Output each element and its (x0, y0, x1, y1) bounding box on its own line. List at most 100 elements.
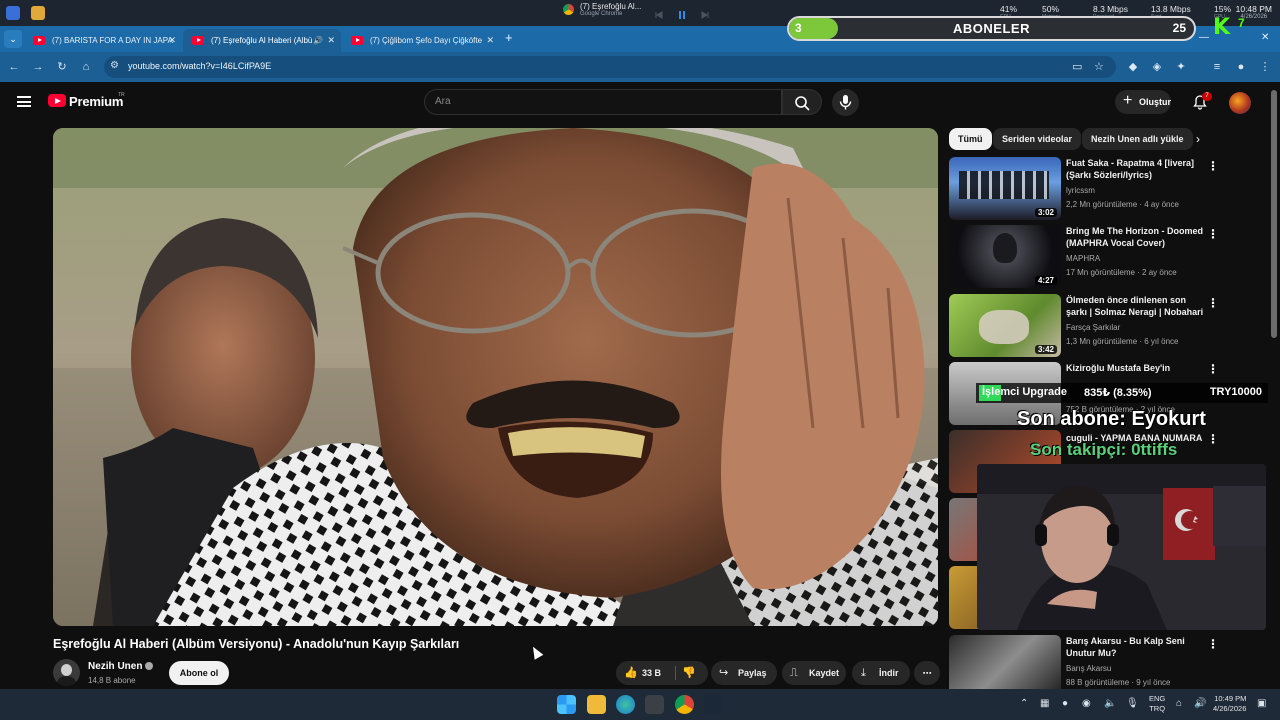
video-thumbnail[interactable]: 3:02 (949, 157, 1061, 220)
cast-icon[interactable]: ▭ (1072, 60, 1082, 73)
pause-icon[interactable] (677, 7, 687, 19)
share-button[interactable]: ↪ Paylaş (711, 661, 777, 685)
network-icon[interactable]: ⌂ (1176, 698, 1182, 709)
media-title: (7) Eşrefoğlu Al... (580, 2, 642, 11)
mic-icon[interactable]: 🎙 (1126, 698, 1139, 709)
video-title[interactable]: Kiziroğlu Mustafa Bey'in (1066, 362, 1206, 374)
channel-name[interactable]: Nezih Unen (88, 661, 154, 672)
tab-ciglibom[interactable]: (7) Çiğlibom Şefo Dayı Çiğköfte ✕ (342, 29, 500, 52)
url-text[interactable]: youtube.com/watch?v=I46LCifPA9E (128, 61, 271, 71)
video-title: Eşrefoğlu Al Haberi (Albüm Versiyonu) - … (53, 637, 460, 651)
steam-icon[interactable] (704, 695, 723, 714)
youtube-brand[interactable]: Premium (69, 94, 123, 109)
profile-icon[interactable]: ● (1234, 60, 1248, 74)
minimize-icon[interactable]: — (1199, 32, 1209, 43)
bookmark-star-icon[interactable]: ☆ (1094, 60, 1104, 73)
site-info-icon[interactable]: ⚙ (110, 60, 119, 71)
tab-barista[interactable]: (7) BARISTA FOR A DAY IN JAPA ✕ (24, 29, 182, 52)
home-icon[interactable]: ⌂ (78, 59, 94, 75)
channel-name[interactable]: MAPHRA (1066, 254, 1100, 263)
recommendation-item[interactable]: 4:27 Bring Me The Horizon - Doomed (MAPH… (949, 225, 1249, 288)
more-options-icon[interactable]: ⋮ (1207, 159, 1219, 173)
app-tray-icon[interactable]: ● (1062, 698, 1068, 709)
channel-name[interactable]: Barış Akarsu (1066, 664, 1111, 673)
like-icon[interactable]: 👍 (624, 661, 638, 685)
menu-icon[interactable] (17, 96, 31, 107)
account-avatar[interactable] (1229, 92, 1251, 114)
media-widget[interactable]: (7) Eşrefoğlu Al... Google Chrome (563, 2, 641, 17)
taskbar-clock[interactable]: 10:49 PM 4/26/2026 (1213, 694, 1246, 714)
video-thumbnail[interactable]: 4:27 (949, 225, 1061, 288)
video-title[interactable]: Fuat Saka - Rapatma 4 [livera] (Şarkı Sö… (1066, 157, 1206, 181)
more-options-icon[interactable]: ⋮ (1207, 362, 1219, 376)
notification-icon[interactable]: ▣ (1257, 698, 1266, 709)
reload-icon[interactable]: ↻ (54, 59, 70, 75)
file-explorer-icon[interactable] (587, 695, 606, 714)
youtube-logo-icon[interactable] (48, 94, 66, 107)
tab-search-button[interactable]: ⌄ (4, 30, 22, 48)
language-indicator[interactable]: ENG TRQ (1149, 694, 1165, 714)
windows-taskbar: ⌃ ▦ ● ◉ 🔈 🎙 ENG TRQ ⌂ 🔊 10:49 PM 4/26/2026… (0, 689, 1280, 720)
create-button[interactable]: Oluştur (1115, 89, 1171, 114)
chip-channel-uploads[interactable]: Nezih Unen adlı yükle (1082, 128, 1193, 150)
close-window-icon[interactable]: ✕ (1261, 32, 1269, 43)
recommendation-item[interactable]: 3:42 Ölmeden önce dinlenen son şarkı | S… (949, 294, 1249, 357)
chevron-right-icon[interactable]: › (1196, 132, 1200, 146)
page-scrollbar[interactable] (1271, 90, 1277, 338)
like-count[interactable]: 33 B (642, 661, 661, 685)
edge-icon[interactable] (616, 695, 635, 714)
diamond-extension-icon[interactable]: ◈ (1150, 60, 1164, 74)
youtube-icon (33, 36, 45, 45)
app-tray-icon[interactable]: ▦ (1040, 698, 1049, 709)
back-icon[interactable]: ← (6, 59, 22, 75)
menu-kebab-icon[interactable]: ⋮ (1258, 60, 1272, 74)
recommendation-item[interactable]: 3:02 Fuat Saka - Rapatma 4 [livera] (Şar… (949, 157, 1249, 220)
folder-icon[interactable] (31, 6, 45, 20)
more-options-icon[interactable]: ⋮ (1207, 227, 1219, 241)
save-button[interactable]: ⎍ Kaydet (782, 661, 846, 685)
close-icon[interactable]: ✕ (486, 29, 494, 52)
chip-series[interactable]: Seriden videolar (993, 128, 1082, 150)
video-title[interactable]: Barış Akarsu - Bu Kalp Seni Unutur Mu? (1066, 635, 1206, 659)
video-thumbnail[interactable]: 3:42 (949, 294, 1061, 357)
chip-all[interactable]: Tümü (949, 128, 992, 150)
video-title[interactable]: Bring Me The Horizon - Doomed (MAPHRA Vo… (1066, 225, 1206, 249)
chrome-icon (563, 4, 574, 15)
audio-icon[interactable]: 🔊 (313, 29, 323, 52)
reading-list-icon[interactable]: ≡ (1210, 60, 1224, 74)
more-options-icon[interactable]: ⋮ (1207, 432, 1219, 446)
prev-icon[interactable] (654, 7, 664, 19)
shield-extension-icon[interactable]: ◆ (1126, 60, 1140, 74)
chrome-icon[interactable] (675, 695, 694, 714)
search-button[interactable] (782, 89, 822, 115)
voice-search-button[interactable] (832, 89, 859, 116)
app-tray-icon[interactable]: ◉ (1082, 698, 1091, 709)
tab-esrefoglu[interactable]: (7) Eşrefoğlu Al Haberi (Albü 🔊 ✕ (183, 29, 341, 52)
more-options-icon[interactable]: ⋮ (1207, 296, 1219, 310)
video-player[interactable] (53, 128, 938, 626)
volume-icon[interactable]: 🔈 (1104, 698, 1116, 709)
subscribe-button[interactable]: Abone ol (169, 661, 229, 685)
more-options-icon[interactable]: ⋮ (1207, 637, 1219, 651)
close-icon[interactable]: ✕ (168, 29, 176, 52)
more-actions-button[interactable]: ⋯ (914, 661, 940, 685)
share-label: Paylaş (738, 668, 767, 678)
search-input[interactable]: Ara (424, 89, 782, 115)
channel-avatar[interactable] (53, 659, 80, 686)
next-icon[interactable] (700, 7, 710, 19)
extensions-icon[interactable]: ✦ (1174, 60, 1188, 74)
channel-name[interactable]: lyricssm (1066, 186, 1095, 195)
app-icon[interactable] (6, 6, 20, 20)
speaker-icon[interactable]: 🔊 (1194, 698, 1206, 709)
new-tab-button[interactable]: + (505, 29, 519, 47)
close-icon[interactable]: ✕ (327, 29, 335, 52)
start-icon[interactable] (557, 695, 576, 714)
dislike-icon[interactable]: 👎 (682, 661, 696, 685)
download-button[interactable]: ⤓ İndir (852, 661, 910, 685)
video-title[interactable]: Ölmeden önce dinlenen son şarkı | Solmaz… (1066, 294, 1206, 318)
store-icon[interactable] (645, 695, 664, 714)
channel-name[interactable]: Farsça Şarkılar (1066, 323, 1120, 332)
tray-overflow-icon[interactable]: ⌃ (1020, 698, 1028, 709)
address-bar[interactable]: ⚙ youtube.com/watch?v=I46LCifPA9E ▭ ☆ (104, 56, 1116, 78)
forward-icon[interactable]: → (30, 59, 46, 75)
